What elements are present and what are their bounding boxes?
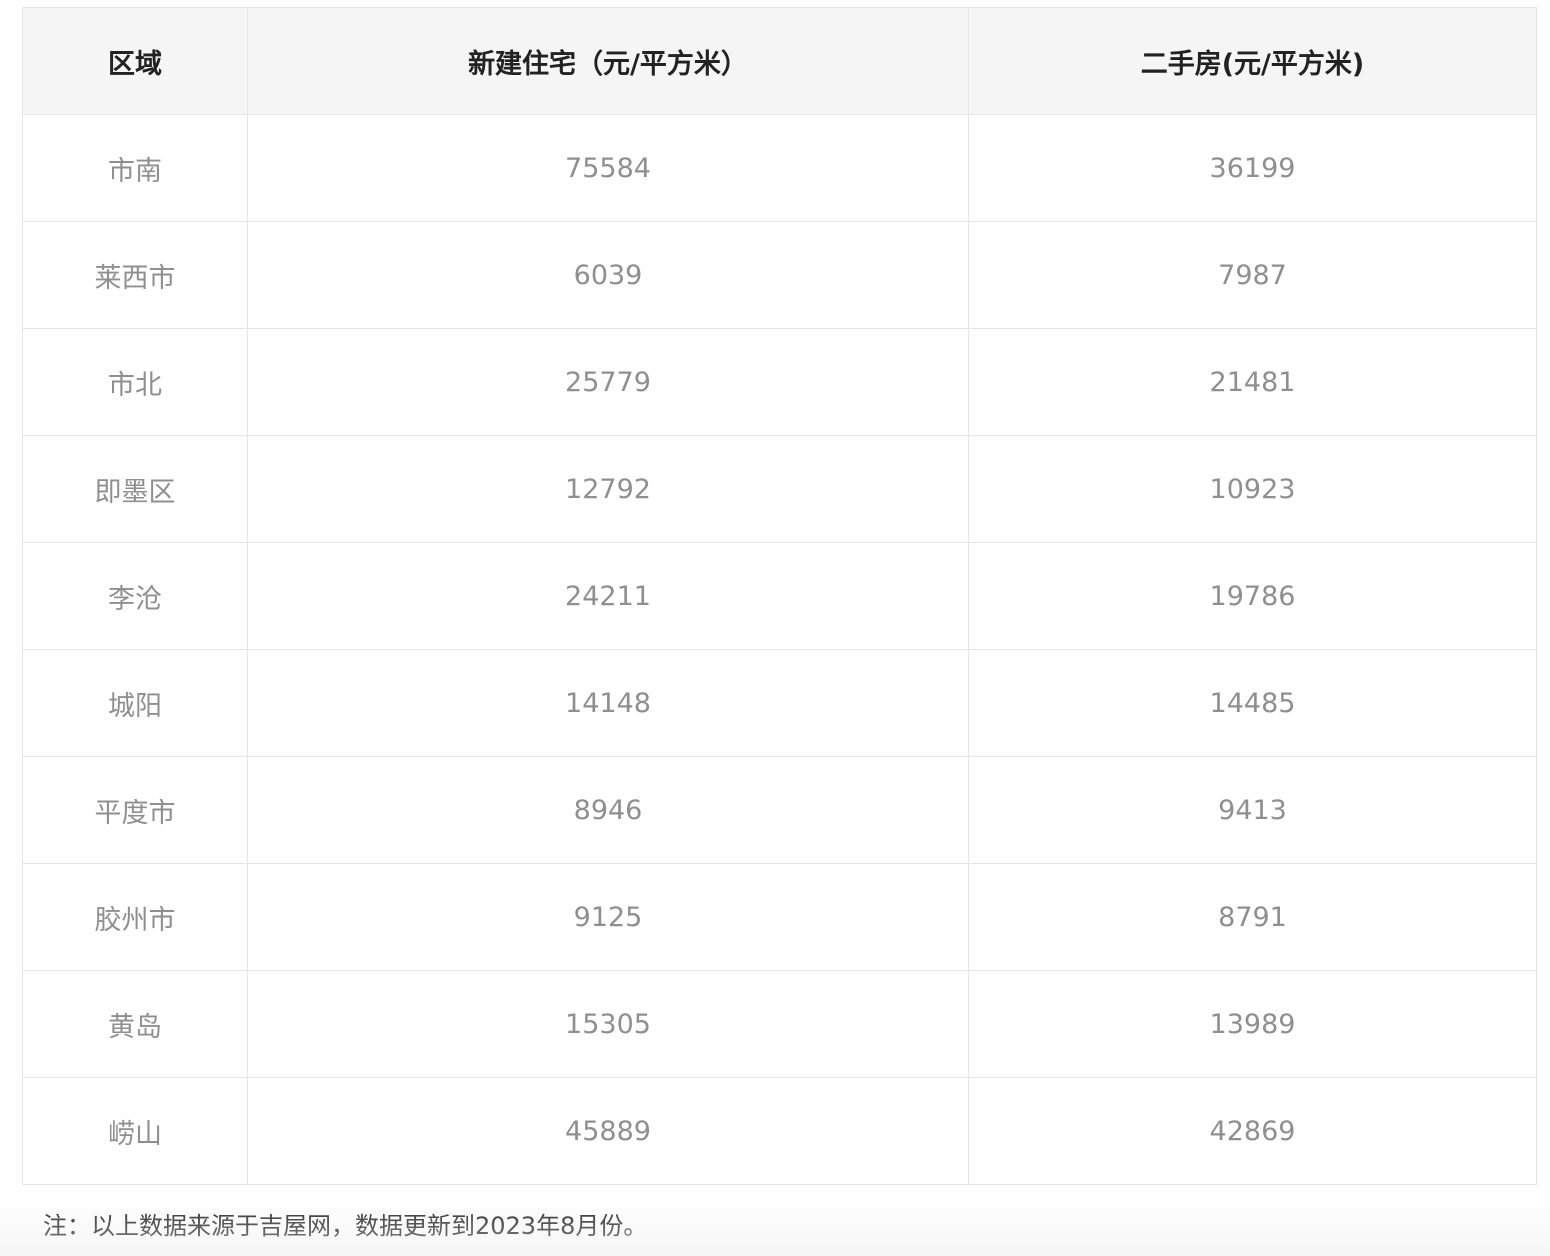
cell-region: 城阳 [22,649,248,757]
cell-second-hand-price: 10923 [968,435,1537,543]
cell-new-price: 24211 [247,542,969,650]
cell-second-hand-price: 9413 [968,756,1537,864]
cell-new-price: 9125 [247,863,969,971]
cell-second-hand-price: 7987 [968,221,1537,329]
table-header-row: 区域 新建住宅（元/平方米） 二手房(元/平方米) [22,7,1537,115]
header-second-hand-price: 二手房(元/平方米) [968,7,1537,115]
cell-second-hand-price: 21481 [968,328,1537,436]
cell-second-hand-price: 19786 [968,542,1537,650]
table-row: 平度市 8946 9413 [22,756,1537,864]
table-row: 崂山 45889 42869 [22,1077,1537,1185]
table-row: 莱西市 6039 7987 [22,221,1537,329]
cell-second-hand-price: 8791 [968,863,1537,971]
table-row: 城阳 14148 14485 [22,649,1537,757]
cell-new-price: 25779 [247,328,969,436]
cell-region: 黄岛 [22,970,248,1078]
cell-second-hand-price: 13989 [968,970,1537,1078]
table-row: 市南 75584 36199 [22,114,1537,222]
table-row: 李沧 24211 19786 [22,542,1537,650]
table-row: 黄岛 15305 13989 [22,970,1537,1078]
cell-new-price: 14148 [247,649,969,757]
table-row: 胶州市 9125 8791 [22,863,1537,971]
cell-new-price: 45889 [247,1077,969,1185]
data-source-note: 注：以上数据来源于吉屋网，数据更新到2023年8月份。 [43,1212,648,1240]
cell-new-price: 15305 [247,970,969,1078]
header-new-housing-price: 新建住宅（元/平方米） [247,7,969,115]
cell-new-price: 75584 [247,114,969,222]
header-region: 区域 [22,7,248,115]
price-table-container: 区域 新建住宅（元/平方米） 二手房(元/平方米) 市南 75584 36199… [22,7,1537,1185]
price-table: 区域 新建住宅（元/平方米） 二手房(元/平方米) 市南 75584 36199… [22,7,1537,1185]
cell-region: 市北 [22,328,248,436]
cell-second-hand-price: 36199 [968,114,1537,222]
cell-region: 崂山 [22,1077,248,1185]
cell-new-price: 6039 [247,221,969,329]
table-row: 即墨区 12792 10923 [22,435,1537,543]
cell-region: 李沧 [22,542,248,650]
cell-new-price: 12792 [247,435,969,543]
cell-region: 平度市 [22,756,248,864]
cell-second-hand-price: 14485 [968,649,1537,757]
cell-region: 胶州市 [22,863,248,971]
cell-region: 市南 [22,114,248,222]
cell-second-hand-price: 42869 [968,1077,1537,1185]
cell-region: 即墨区 [22,435,248,543]
cell-new-price: 8946 [247,756,969,864]
table-row: 市北 25779 21481 [22,328,1537,436]
cell-region: 莱西市 [22,221,248,329]
